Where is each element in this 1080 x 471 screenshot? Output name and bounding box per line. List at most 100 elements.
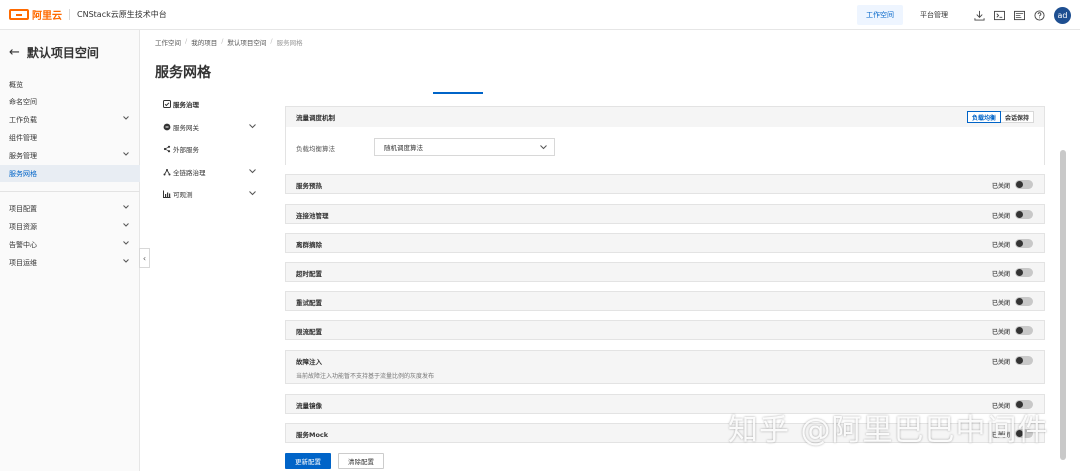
card-header: 流量调度机制 负载均衡 会话保持 bbox=[286, 107, 1044, 126]
sidebar-item-workloads[interactable]: 工作负载 bbox=[0, 111, 140, 128]
sidebar-item-alert-center[interactable]: 告警中心 bbox=[0, 236, 140, 253]
sidebar-item-namespace[interactable]: 命名空间 bbox=[0, 93, 140, 110]
breadcrumb-current: 服务网格 bbox=[276, 39, 303, 47]
breadcrumb-my-projects[interactable]: 我的项目 bbox=[191, 37, 217, 47]
chevron-down-icon bbox=[123, 116, 129, 120]
card-header: 故障注入 已关闭 bbox=[286, 351, 1044, 370]
feature-card-rate-limit: 限流配置 已关闭 bbox=[285, 320, 1045, 340]
scheduling-mode-toggle: 负载均衡 会话保持 bbox=[966, 111, 1034, 123]
aliyun-logo-icon bbox=[9, 9, 29, 20]
chevron-down-icon[interactable] bbox=[249, 123, 256, 129]
submenu-service-governance[interactable]: 服务治理 bbox=[163, 97, 263, 111]
gateway-icon bbox=[163, 123, 171, 131]
mode-session-affinity[interactable]: 会话保持 bbox=[1000, 111, 1034, 123]
sidebar-item-label: 告警中心 bbox=[9, 240, 37, 249]
card-title: 流量调度机制 bbox=[296, 113, 335, 122]
console-icon[interactable] bbox=[1013, 9, 1025, 21]
feature-toggle-switch[interactable] bbox=[1015, 326, 1033, 335]
clear-config-button[interactable]: 清除配置 bbox=[338, 453, 384, 469]
sidebar-item-service-management[interactable]: 服务管理 bbox=[0, 147, 140, 164]
link-icon bbox=[163, 168, 171, 176]
feature-toggle-switch[interactable] bbox=[1015, 239, 1033, 248]
submenu-observability[interactable]: 可观测 bbox=[163, 187, 263, 201]
feature-card-outlier-detection: 离群摘除 已关闭 bbox=[285, 233, 1045, 253]
feature-toggle-switch[interactable] bbox=[1015, 297, 1033, 306]
feature-card-connection-pool: 连接池管理 已关闭 bbox=[285, 204, 1045, 224]
feature-card-fault-injection: 故障注入 已关闭 当前故障注入功能暂不支持基于流量比例的灰度发布 bbox=[285, 350, 1045, 384]
governance-icon bbox=[163, 100, 171, 108]
feature-name: 限流配置 bbox=[296, 327, 322, 336]
top-header: 阿里云 CNStack云原生技术中台 工作空间 平台管理 ad bbox=[0, 0, 1080, 30]
sidebar-item-service-mesh[interactable]: 服务网格 bbox=[0, 165, 140, 182]
project-title: 默认项目空间 bbox=[26, 46, 99, 60]
sidebar-item-components[interactable]: 组件管理 bbox=[0, 129, 140, 146]
breadcrumb-separator: / bbox=[185, 37, 188, 45]
chart-icon bbox=[163, 190, 171, 198]
algorithm-select[interactable]: 随机调度算法 bbox=[374, 138, 555, 156]
avatar[interactable]: ad bbox=[1054, 6, 1071, 24]
breadcrumb-workspace[interactable]: 工作空间 bbox=[155, 37, 181, 47]
sidebar-item-project-config[interactable]: 项目配置 bbox=[0, 200, 140, 217]
sidebar-item-overview[interactable]: 概览 bbox=[0, 76, 140, 93]
tab-workspace[interactable]: 工作空间 bbox=[857, 5, 903, 25]
sidebar-item-label: 服务管理 bbox=[9, 151, 37, 160]
feature-toggle-switch[interactable] bbox=[1015, 268, 1033, 277]
status-label: 已关闭 bbox=[991, 271, 1010, 278]
aliyun-logo[interactable]: 阿里云 bbox=[9, 7, 62, 22]
card-header: 超时配置 已关闭 bbox=[286, 263, 1044, 282]
mode-load-balancing[interactable]: 负载均衡 bbox=[966, 111, 1001, 123]
sidebar-item-label: 命名空间 bbox=[9, 97, 37, 106]
tab-platform-management[interactable]: 平台管理 bbox=[911, 5, 957, 25]
sidebar-item-label: 服务网格 bbox=[9, 169, 37, 178]
chevron-down-icon[interactable] bbox=[249, 190, 256, 196]
terminal-icon[interactable] bbox=[993, 9, 1005, 21]
chevron-down-icon[interactable] bbox=[249, 168, 256, 174]
help-icon[interactable] bbox=[1033, 9, 1045, 21]
chevron-down-icon bbox=[123, 241, 129, 245]
chevron-down-icon bbox=[123, 205, 129, 209]
chevron-left-icon: ‹ bbox=[142, 253, 147, 263]
download-icon[interactable] bbox=[973, 9, 985, 21]
submenu-full-link-governance[interactable]: 全链路治理 bbox=[163, 165, 263, 179]
sidebar-item-label: 工作负载 bbox=[9, 115, 37, 124]
chevron-down-icon bbox=[123, 223, 129, 227]
back-to-project[interactable]: ← 默认项目空间 bbox=[9, 44, 99, 61]
feature-card-timeout: 超时配置 已关闭 bbox=[285, 262, 1045, 282]
feature-card-retry: 重试配置 已关闭 bbox=[285, 291, 1045, 311]
breadcrumb-separator: / bbox=[270, 37, 273, 45]
status-label: 已关闭 bbox=[991, 242, 1010, 249]
feature-name: 服务预热 bbox=[296, 181, 322, 190]
feature-name: 故障注入 bbox=[296, 357, 322, 366]
sidebar-item-project-ops[interactable]: 项目运维 bbox=[0, 254, 140, 271]
sidebar-item-label: 项目配置 bbox=[9, 204, 37, 213]
card-header: 限流配置 已关闭 bbox=[286, 321, 1044, 340]
breadcrumb-separator: / bbox=[221, 37, 224, 45]
sidebar-item-label: 组件管理 bbox=[9, 133, 37, 142]
update-config-button[interactable]: 更新配置 bbox=[285, 453, 331, 469]
sidebar-item-label: 项目资源 bbox=[9, 222, 37, 231]
submenu-label: 服务网关 bbox=[173, 124, 199, 132]
feature-toggle-switch[interactable] bbox=[1015, 180, 1033, 189]
feature-toggle-switch[interactable] bbox=[1015, 210, 1033, 219]
submenu-service-gateway[interactable]: 服务网关 bbox=[163, 120, 263, 134]
card-header: 服务预热 已关闭 bbox=[286, 175, 1044, 194]
sidebar-divider bbox=[0, 191, 140, 192]
feature-card-service-warmup: 服务预热 已关闭 bbox=[285, 174, 1045, 194]
traffic-scheduling-card: 流量调度机制 负载均衡 会话保持 负载均衡算法 随机调度算法 bbox=[285, 106, 1045, 165]
sidebar-item-project-resources[interactable]: 项目资源 bbox=[0, 218, 140, 235]
left-sidebar: ← 默认项目空间 概览 命名空间 工作负载 组件管理 服务管理 服务网格 项目配… bbox=[0, 30, 140, 471]
feature-toggle-switch[interactable] bbox=[1015, 356, 1033, 365]
sidebar-collapse-button[interactable]: ‹ bbox=[139, 248, 150, 268]
header-actions: 工作空间 平台管理 ad bbox=[857, 0, 1080, 30]
submenu-label: 全链路治理 bbox=[173, 169, 206, 177]
breadcrumb-default-project[interactable]: 默认项目空间 bbox=[227, 37, 266, 47]
feature-name: 连接池管理 bbox=[296, 211, 329, 220]
feature-name: 离群摘除 bbox=[296, 240, 322, 249]
status-label: 已关闭 bbox=[991, 359, 1010, 366]
submenu-external-service[interactable]: 外部服务 bbox=[163, 142, 263, 156]
active-tab-indicator bbox=[433, 92, 483, 94]
submenu-label: 可观测 bbox=[173, 191, 193, 199]
back-arrow-icon: ← bbox=[9, 45, 20, 60]
status-label: 已关闭 bbox=[991, 300, 1010, 307]
scrollbar-thumb[interactable] bbox=[1060, 150, 1066, 460]
